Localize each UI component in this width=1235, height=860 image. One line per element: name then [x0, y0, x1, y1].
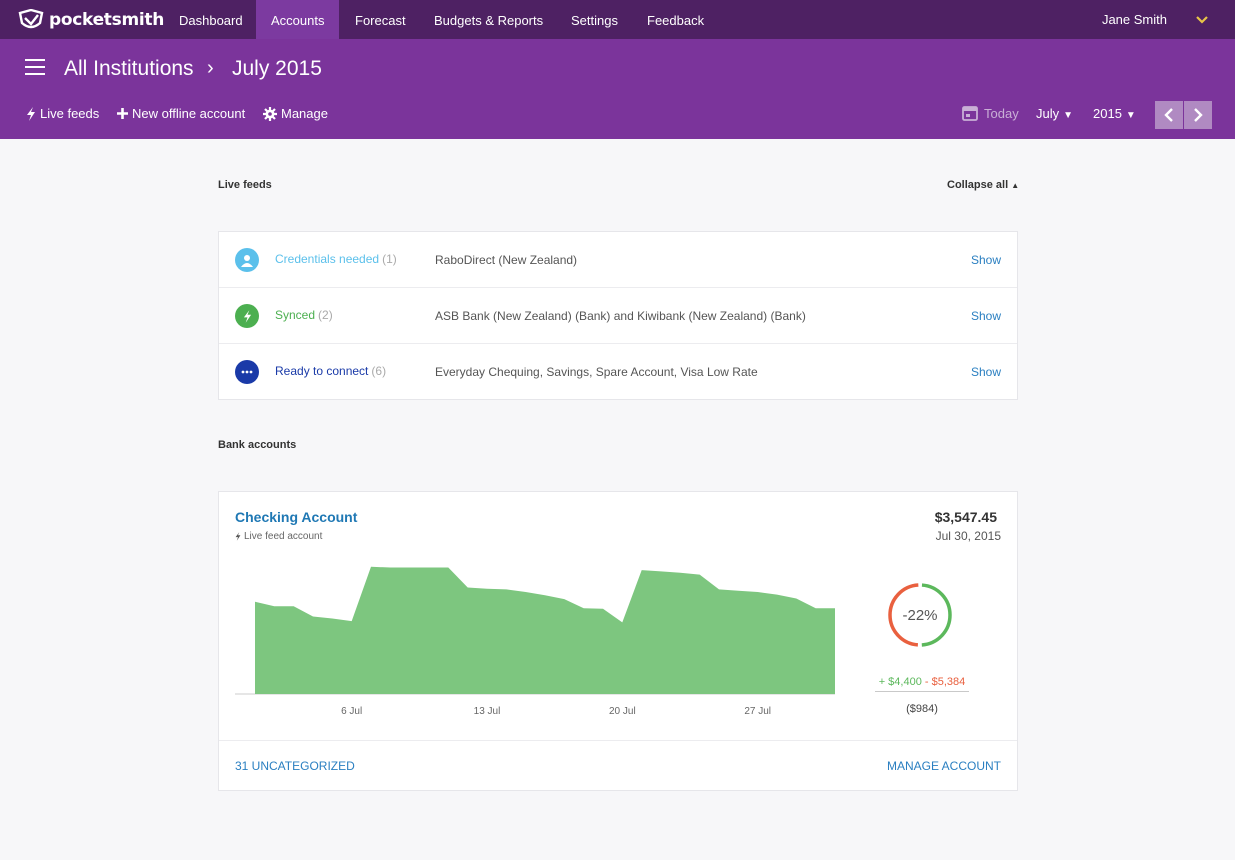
- collapse-all-label: Collapse all: [947, 179, 1009, 191]
- menu-icon[interactable]: [25, 59, 45, 75]
- nav-budgets-reports[interactable]: Budgets & Reports: [419, 0, 558, 39]
- live-feeds-button[interactable]: Live feeds: [26, 106, 99, 121]
- top-nav: pocketsmith Dashboard Accounts Forecast …: [0, 0, 1235, 39]
- feed-count: (6): [371, 364, 387, 378]
- show-button[interactable]: Show: [971, 253, 1001, 267]
- bolt-icon: [235, 532, 241, 541]
- x-tick-label: 20 Jul: [609, 706, 636, 717]
- flow-separator: -: [924, 676, 929, 688]
- feed-description: RaboDirect (New Zealand): [435, 253, 578, 267]
- brand-name: pocketsmith: [49, 10, 165, 30]
- bolt-icon: [235, 304, 259, 328]
- month-select[interactable]: July ▼: [1036, 106, 1073, 121]
- expense-amount: $5,384: [931, 676, 966, 688]
- live-feeds-list: Credentials needed (1) RaboDirect (New Ze…: [218, 231, 1018, 400]
- breadcrumb-institutions[interactable]: All Institutions: [64, 57, 194, 81]
- chevron-left-icon: [1164, 108, 1173, 122]
- feed-count: (1): [382, 252, 397, 266]
- feed-row-credentials-needed: Credentials needed (1) RaboDirect (New Ze…: [219, 232, 1017, 288]
- new-offline-account-label: New offline account: [132, 106, 246, 121]
- gear-icon: [263, 106, 277, 121]
- pocketsmith-logo-icon: [18, 9, 44, 29]
- uncategorized-link[interactable]: 31 UNCATEGORIZED: [235, 759, 355, 773]
- feed-row-synced: Synced (2) ASB Bank (New Zealand) (Bank) …: [219, 288, 1017, 344]
- manage-label: Manage: [281, 106, 328, 121]
- breadcrumb-separator: ›: [207, 57, 214, 79]
- net-amount: ($984): [906, 703, 938, 715]
- live-feeds-heading: Live feeds: [218, 179, 272, 191]
- show-button[interactable]: Show: [971, 309, 1001, 323]
- brand-logo[interactable]: pocketsmith: [18, 8, 164, 32]
- today-label: Today: [984, 105, 1019, 121]
- feed-row-ready-to-connect: Ready to connect (6) Everyday Chequing, S…: [219, 344, 1017, 400]
- feed-status-link[interactable]: Credentials needed (1): [275, 252, 397, 266]
- user-icon: [235, 248, 259, 272]
- balance-chart: 6 Jul 13 Jul 20 Jul 27 Jul: [235, 566, 835, 717]
- feed-count: (2): [318, 308, 333, 322]
- chevron-down-icon[interactable]: [1195, 13, 1209, 27]
- caret-down-icon: ▼: [1063, 110, 1074, 121]
- month-value: July: [1036, 106, 1060, 121]
- change-percent: -22%: [902, 607, 938, 624]
- nav-feedback[interactable]: Feedback: [632, 0, 719, 39]
- show-button[interactable]: Show: [971, 365, 1001, 379]
- nav-forecast[interactable]: Forecast: [340, 0, 421, 39]
- new-offline-account-button[interactable]: New offline account: [117, 106, 245, 121]
- x-tick-label: 27 Jul: [744, 706, 771, 717]
- x-tick-label: 6 Jul: [341, 706, 362, 717]
- breadcrumb-period: July 2015: [232, 57, 322, 80]
- account-name-link[interactable]: Checking Account: [235, 509, 357, 525]
- caret-up-icon: ▲: [1011, 181, 1020, 190]
- x-tick-label: 13 Jul: [474, 706, 501, 717]
- feed-status-link[interactable]: Synced (2): [275, 308, 333, 322]
- caret-down-icon: ▼: [1125, 110, 1136, 121]
- balance-date: Jul 30, 2015: [935, 529, 1001, 543]
- manage-button[interactable]: Manage: [263, 106, 328, 121]
- year-value: 2015: [1093, 106, 1122, 121]
- plus-icon: [117, 108, 128, 119]
- bolt-icon: [27, 106, 35, 121]
- feed-status-label: Credentials needed: [275, 252, 380, 266]
- account-footer: 31 UNCATEGORIZED MANAGE ACCOUNT: [219, 740, 1017, 790]
- page-header: All Institutions › July 2015 Live feeds …: [0, 39, 1235, 139]
- feed-description: ASB Bank (New Zealand) (Bank) and Kiwiba…: [435, 309, 806, 323]
- user-menu[interactable]: Jane Smith: [1102, 12, 1167, 27]
- feed-status-link[interactable]: Ready to connect (6): [275, 364, 386, 378]
- feed-description: Everyday Chequing, Savings, Spare Accoun…: [435, 365, 758, 379]
- calendar-icon: [962, 106, 978, 121]
- nav-settings[interactable]: Settings: [556, 0, 633, 39]
- account-card: Checking Account Live feed account $3,54…: [218, 491, 1018, 791]
- next-period-button[interactable]: [1184, 101, 1212, 129]
- chevron-right-icon: [1194, 108, 1203, 122]
- nav-dashboard[interactable]: Dashboard: [164, 0, 258, 39]
- collapse-all-button[interactable]: Collapse all ▲: [947, 179, 1019, 191]
- manage-account-link[interactable]: MANAGE ACCOUNT: [887, 759, 1001, 773]
- account-subtitle-label: Live feed account: [244, 531, 323, 542]
- live-feeds-label: Live feeds: [40, 106, 100, 121]
- balance-area: [255, 566, 835, 694]
- feed-status-label: Synced: [275, 308, 316, 322]
- cash-flow: + $4,400 - $5,384: [875, 676, 969, 692]
- bank-accounts-heading: Bank accounts: [218, 439, 297, 451]
- feed-status-label: Ready to connect: [275, 364, 369, 378]
- income-amount: + $4,400: [878, 676, 922, 688]
- previous-period-button[interactable]: [1155, 101, 1183, 129]
- account-subtitle: Live feed account: [235, 531, 322, 542]
- year-select[interactable]: 2015 ▼: [1093, 106, 1136, 121]
- today-button[interactable]: Today: [962, 105, 1019, 121]
- nav-accounts[interactable]: Accounts: [256, 0, 340, 39]
- ellipsis-icon: [235, 360, 259, 384]
- account-balance: $3,547.45: [934, 509, 997, 525]
